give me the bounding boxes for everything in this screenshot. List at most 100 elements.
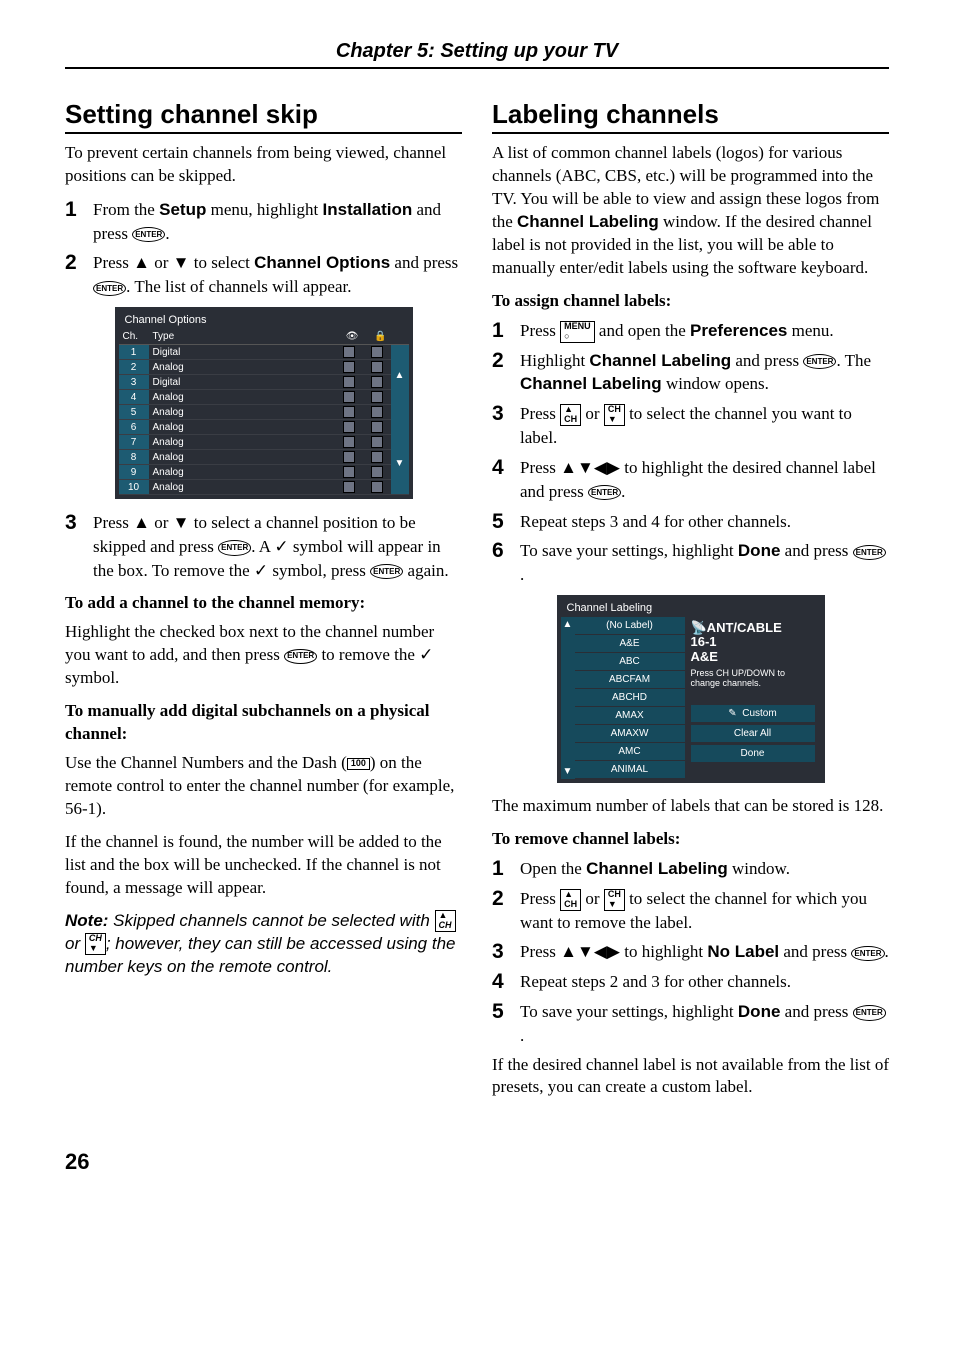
step-text: Press MENU○ and open the Preferences men… [520, 319, 889, 343]
enter-key-icon: ENTER [853, 1005, 886, 1020]
up-arrow-icon: ▲ [133, 251, 150, 275]
check-icon: ✓ [254, 561, 268, 580]
custom-button: ✎ Custom [691, 705, 815, 722]
enter-key-icon: ENTER [132, 227, 165, 242]
step-text: Repeat steps 3 and 4 for other channels. [520, 510, 889, 534]
list-item: ABCFAM [575, 671, 685, 689]
check-icon: ✓ [274, 537, 288, 556]
down-arrow-icon: ▼ [577, 456, 594, 480]
step-text: Press ▲▼◀▶ to highlight the desired chan… [520, 456, 889, 504]
step-text: Repeat steps 2 and 3 for other channels. [520, 970, 889, 994]
step-text: To save your settings, highlight Done an… [520, 539, 889, 587]
step-number: 3 [65, 511, 83, 534]
ch-up-key-icon: ▲CH [435, 910, 456, 932]
subhead-assign: To assign channel labels: [492, 290, 889, 313]
left-column: Setting channel skip To prevent certain … [65, 99, 462, 1109]
enter-key-icon: ENTER [284, 649, 317, 664]
step-number: 6 [492, 539, 510, 562]
step-number: 5 [492, 1000, 510, 1023]
step-text: To save your settings, highlight Done an… [520, 1000, 889, 1048]
list-item: A&E [575, 635, 685, 653]
section-heading-skip: Setting channel skip [65, 99, 462, 134]
ch-up-key-icon: ▲CH [560, 889, 581, 911]
ui-title: Channel Options [119, 311, 409, 329]
step-number: 4 [492, 970, 510, 993]
paragraph-add: Highlight the checked box next to the ch… [65, 621, 462, 690]
enter-key-icon: ENTER [851, 946, 884, 961]
col-header-ch: Ch. [119, 329, 149, 345]
clear-all-button: Clear All [691, 725, 815, 742]
step-text: Highlight Channel Labeling and press ENT… [520, 349, 889, 397]
list-item: ABC [575, 653, 685, 671]
section-heading-labeling: Labeling channels [492, 99, 889, 134]
enter-key-icon: ENTER [803, 354, 836, 369]
down-arrow-icon: ▼ [577, 940, 594, 964]
left-arrow-icon: ◀ [594, 456, 607, 480]
ui-title: Channel Labeling [561, 599, 821, 617]
scroll-down-icon: ▼ [395, 458, 405, 469]
step-number: 2 [492, 349, 510, 372]
step-number: 1 [492, 857, 510, 880]
subhead-remove: To remove channel labels: [492, 828, 889, 851]
step-text: Press ▲ or ▼ to select a channel positio… [93, 511, 462, 582]
step-text: From the Setup menu, highlight Installat… [93, 198, 462, 246]
step-text: Press ▲ or ▼ to select Channel Options a… [93, 251, 462, 299]
paragraph-manual-a: Use the Channel Numbers and the Dash (1̅… [65, 752, 462, 821]
step-number: 5 [492, 510, 510, 533]
left-arrow-icon: ◀ [594, 940, 607, 964]
up-arrow-icon: ▲ [560, 940, 577, 964]
dash-key-icon: 1̅0̅0̅ [347, 758, 370, 770]
enter-key-icon: ENTER [218, 540, 251, 555]
list-item: (No Label) [575, 617, 685, 635]
down-arrow-icon: ▼ [173, 511, 190, 535]
ch-down-key-icon: CH▼ [604, 404, 625, 426]
down-arrow-icon: ▼ [173, 251, 190, 275]
intro-skip: To prevent certain channels from being v… [65, 142, 462, 188]
checkbox-icon [371, 346, 383, 358]
label-list: (No Label) A&E ABC ABCFAM ABCHD AMAX AMA… [575, 617, 685, 779]
paragraph-manual-b: If the channel is found, the number will… [65, 831, 462, 900]
intro-labeling: A list of common channel labels (logos) … [492, 142, 889, 280]
col-header-type: Type [149, 329, 335, 345]
done-button: Done [691, 745, 815, 762]
enter-key-icon: ENTER [588, 485, 621, 500]
step-text: Press ▲CH or CH▼ to select the channel f… [520, 887, 889, 935]
scroll-down-icon: ▼ [563, 766, 573, 777]
scroll-up-icon: ▲ [395, 370, 405, 381]
step-number: 1 [492, 319, 510, 342]
enter-key-icon: ENTER [93, 281, 126, 296]
step-number: 2 [65, 251, 83, 274]
channel-options-screenshot: Channel Options Ch. Type 👁 🔒 1Digital▲▼ … [115, 307, 413, 499]
ch-down-key-icon: CH▼ [604, 889, 625, 911]
right-arrow-icon: ▶ [607, 940, 620, 964]
ch-up-key-icon: ▲CH [560, 404, 581, 426]
checkbox-icon [343, 346, 355, 358]
step-text: Open the Channel Labeling window. [520, 857, 889, 881]
list-item: AMAXW [575, 725, 685, 743]
channel-labeling-screenshot: Channel Labeling ▲ ▼ (No Label) A&E ABC … [557, 595, 825, 783]
step-number: 3 [492, 940, 510, 963]
step-text: Press ▲▼◀▶ to highlight No Label and pre… [520, 940, 889, 964]
scroll-up-icon: ▲ [563, 619, 573, 630]
step-text: Press ▲CH or CH▼ to select the channel y… [520, 402, 889, 450]
subhead-manual: To manually add digital subchannels on a… [65, 700, 462, 746]
enter-key-icon: ENTER [853, 545, 886, 560]
subhead-add: To add a channel to the channel memory: [65, 592, 462, 615]
list-item: AMAX [575, 707, 685, 725]
up-arrow-icon: ▲ [560, 456, 577, 480]
step-number: 4 [492, 456, 510, 479]
up-arrow-icon: ▲ [133, 511, 150, 535]
menu-key-icon: MENU○ [560, 321, 595, 343]
note: Note: Skipped channels cannot be selecte… [65, 910, 462, 979]
list-item: AMC [575, 743, 685, 761]
eye-icon: 👁 [346, 331, 359, 342]
pencil-icon: ✎ [728, 708, 736, 719]
paragraph-custom: If the desired channel label is not avai… [492, 1054, 889, 1100]
ch-down-key-icon: CH▼ [85, 933, 106, 955]
page-number: 26 [65, 1149, 889, 1175]
enter-key-icon: ENTER [370, 564, 403, 579]
chapter-title: Chapter 5: Setting up your TV [65, 40, 889, 69]
step-number: 1 [65, 198, 83, 221]
step-number: 2 [492, 887, 510, 910]
info-panel: 📡ANT/CABLE 16-1 A&E Press CH UP/DOWN to … [685, 617, 821, 779]
